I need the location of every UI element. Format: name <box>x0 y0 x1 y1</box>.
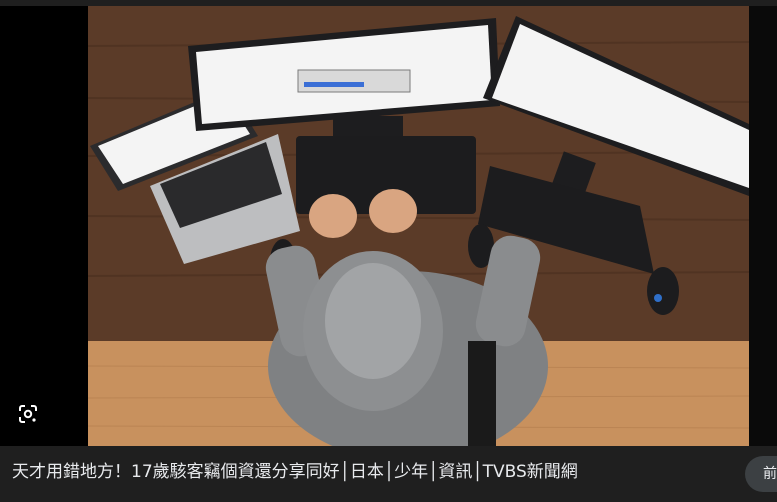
source-page-title[interactable]: 天才用錯地方！17歲駭客竊個資還分享同好│日本│少年│資訊│TVBS新聞網 <box>12 460 578 484</box>
visit-button[interactable]: 前往 <box>745 456 777 492</box>
lens-search-button[interactable] <box>14 400 42 428</box>
right-mouse <box>647 267 679 315</box>
lens-search-icon <box>19 405 37 423</box>
image-viewer: 天才用錯地方！17歲駭客竊個資還分享同好│日本│少年│資訊│TVBS新聞網 前往 <box>0 0 777 502</box>
caption-bar: 天才用錯地方！17歲駭客竊個資還分享同好│日本│少年│資訊│TVBS新聞網 前往 <box>0 446 777 502</box>
hacker-photo <box>88 6 749 446</box>
preview-image[interactable] <box>88 6 749 446</box>
image-edge-shadow <box>749 6 777 446</box>
